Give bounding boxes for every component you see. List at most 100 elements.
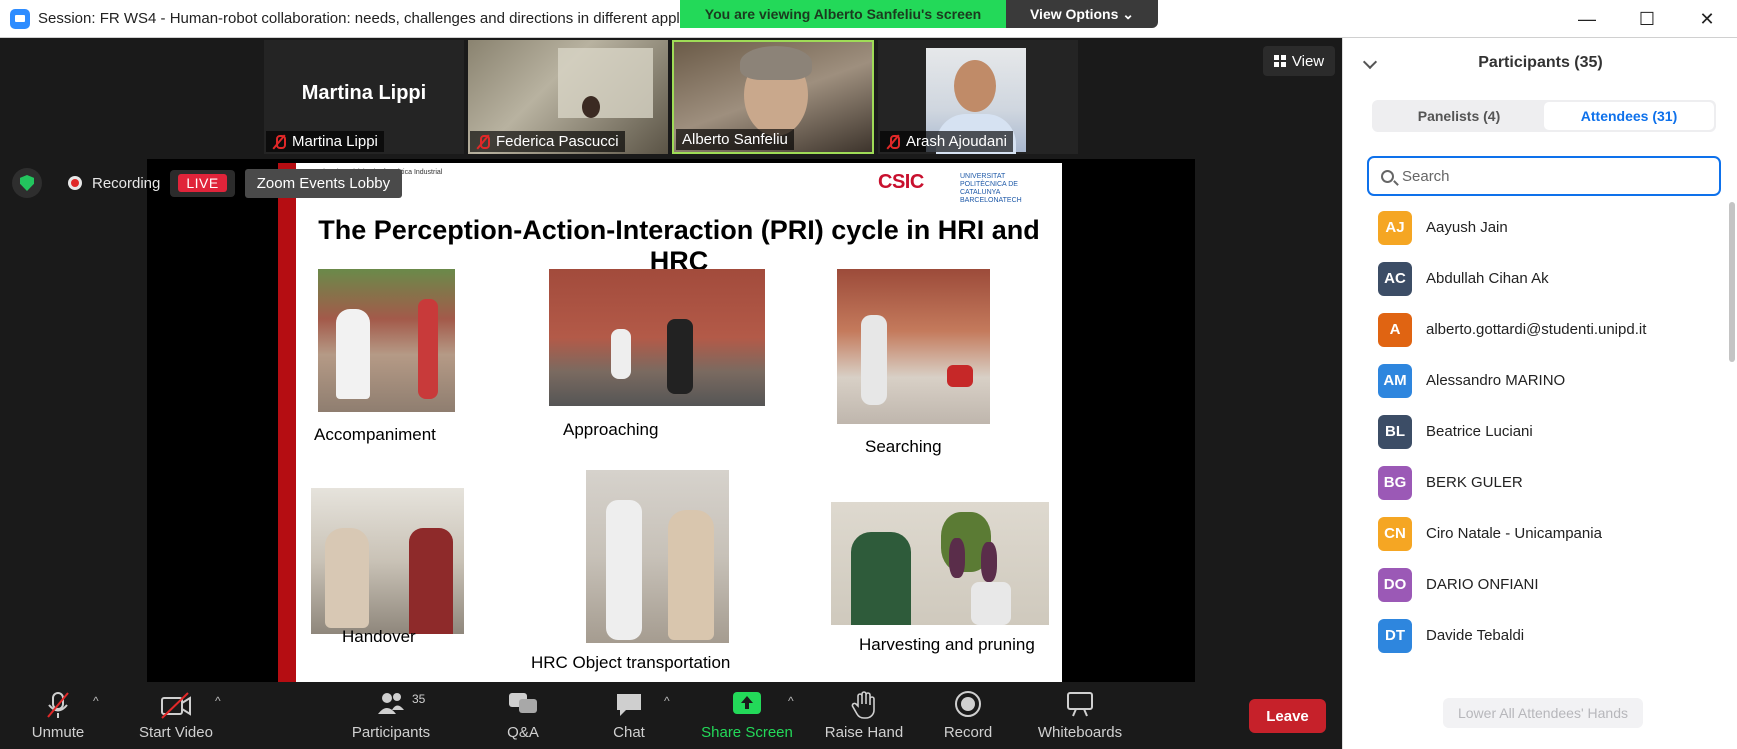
participant-display-name: Martina Lippi: [301, 82, 427, 104]
audio-options-caret-icon[interactable]: ^: [93, 694, 99, 708]
participant-thumbnail[interactable]: Martina Lippi Martina Lippi: [264, 40, 464, 154]
caption-object-transportation: HRC Object transportation: [531, 653, 731, 672]
attendee-name: BERK GULER: [1426, 474, 1523, 491]
record-icon: [955, 691, 981, 717]
participant-name-tag: Arash Ajoudani: [880, 131, 1013, 152]
caption-harvesting: Harvesting and pruning: [859, 635, 1035, 654]
close-button[interactable]: ✕: [1677, 0, 1737, 38]
attendee-name: Davide Tebaldi: [1426, 627, 1525, 644]
attendee-item[interactable]: AM Alessandro MARINO: [1343, 355, 1728, 406]
participant-name-tag: Alberto Sanfeliu: [676, 129, 794, 150]
lower-all-hands-button[interactable]: Lower All Attendees' Hands: [1443, 698, 1643, 728]
chat-label: Chat: [613, 724, 645, 741]
raise-hand-button[interactable]: Raise Hand: [822, 682, 906, 749]
whiteboard-icon: [1067, 692, 1093, 717]
attendee-name: Beatrice Luciani: [1426, 423, 1533, 440]
participant-name-tag: Federica Pascucci: [470, 131, 625, 152]
participant-thumbnail-active-speaker[interactable]: Alberto Sanfeliu: [672, 40, 874, 154]
start-video-button[interactable]: Start Video: [128, 682, 224, 749]
attendee-list-scrollbar[interactable]: [1729, 202, 1735, 362]
mic-muted-icon: [476, 134, 490, 150]
avatar: AJ: [1378, 210, 1412, 245]
attendee-item[interactable]: BG BERK GULER: [1343, 457, 1728, 508]
minimize-button[interactable]: —: [1557, 0, 1617, 38]
qa-icon: [509, 693, 537, 713]
video-options-caret-icon[interactable]: ^: [215, 694, 221, 708]
window-controls: — ☐ ✕: [1557, 0, 1737, 38]
participants-count-badge: 35: [412, 692, 426, 706]
chat-button[interactable]: Chat: [606, 682, 652, 749]
participant-thumbnail[interactable]: Arash Ajoudani: [878, 40, 1078, 154]
approaching-photo: [549, 269, 765, 406]
participant-search[interactable]: [1367, 156, 1721, 196]
raise-hand-label: Raise Hand: [824, 724, 904, 741]
slide-title: The Perception-Action-Interaction (PRI) …: [318, 215, 1040, 276]
recording-icon: [68, 176, 82, 190]
mic-muted-icon: [47, 692, 69, 718]
object-transportation-photo: [586, 470, 729, 643]
maximize-button[interactable]: ☐: [1617, 0, 1677, 38]
attendee-name: Ciro Natale - Unicampania: [1426, 525, 1602, 542]
upc-logo: UNIVERSITAT POLITÈCNICA DE CATALUNYA BAR…: [960, 173, 1022, 204]
share-options-caret-icon[interactable]: ^: [788, 694, 794, 708]
avatar: AM: [1378, 363, 1412, 398]
tab-attendees[interactable]: Attendees (31): [1544, 102, 1714, 130]
events-lobby-button[interactable]: Zoom Events Lobby: [244, 168, 403, 198]
encryption-shield-icon[interactable]: [12, 168, 42, 198]
live-badge[interactable]: LIVE: [170, 169, 235, 197]
record-button[interactable]: Record: [940, 682, 996, 749]
zoom-logo-icon: [10, 8, 30, 29]
zoom-window: Session: FR WS4 - Human-robot collaborat…: [0, 0, 1737, 749]
meeting-status-row: Recording LIVE Zoom Events Lobby: [12, 168, 403, 198]
chat-options-caret-icon[interactable]: ^: [664, 694, 670, 708]
leave-button[interactable]: Leave: [1249, 699, 1326, 733]
participant-thumbnail[interactable]: Federica Pascucci: [468, 40, 668, 154]
record-label: Record: [943, 724, 993, 741]
qa-button[interactable]: Q&A: [498, 682, 548, 749]
raise-hand-icon: [851, 691, 875, 719]
participants-button[interactable]: 35 Participants: [346, 682, 436, 749]
participants-panel-title: Participants (35): [1478, 54, 1603, 71]
attendee-item[interactable]: DT Davide Tebaldi: [1343, 610, 1728, 661]
search-input[interactable]: [1402, 167, 1692, 185]
attendee-item[interactable]: DO DARIO ONFIANI: [1343, 559, 1728, 610]
participant-tabs: Panelists (4) Attendees (31): [1372, 100, 1716, 132]
face-image: [954, 60, 996, 112]
hair-image: [740, 46, 812, 80]
attendee-name: Alessandro MARINO: [1426, 372, 1566, 389]
meeting-toolbar: Unmute ^ Start Video ^ 35 Participants Q…: [0, 682, 1342, 749]
view-options-button[interactable]: View Options ⌄: [1006, 0, 1158, 28]
video-area: Martina Lippi Martina Lippi Federica Pas…: [0, 38, 1342, 682]
attendee-name: alberto.gottardi@studenti.unipd.it: [1426, 321, 1647, 338]
attendee-name: Aayush Jain: [1426, 219, 1508, 236]
participant-name: Alberto Sanfeliu: [682, 131, 788, 148]
caption-accompaniment: Accompaniment: [314, 425, 436, 444]
attendee-item[interactable]: AJ Aayush Jain: [1343, 202, 1728, 253]
accompaniment-photo: [318, 269, 455, 412]
window-title: Session: FR WS4 - Human-robot collaborat…: [38, 10, 691, 27]
share-screen-label: Share Screen: [701, 724, 793, 741]
unmute-button[interactable]: Unmute: [20, 682, 96, 749]
attendee-name: Abdullah Cihan Ak: [1426, 270, 1549, 287]
qa-label: Q&A: [507, 724, 539, 741]
caption-handover: Handover: [342, 627, 416, 646]
harvesting-photo: [831, 502, 1049, 625]
attendee-item[interactable]: BL Beatrice Luciani: [1343, 406, 1728, 457]
avatar: AC: [1378, 261, 1412, 296]
attendee-item[interactable]: A alberto.gottardi@studenti.unipd.it: [1343, 304, 1728, 355]
view-layout-button[interactable]: View: [1263, 46, 1335, 76]
share-screen-icon: [733, 692, 761, 714]
attendee-item[interactable]: AC Abdullah Cihan Ak: [1343, 253, 1728, 304]
search-icon: [1381, 169, 1394, 183]
participants-panel: Participants (35) Panelists (4) Attendee…: [1342, 38, 1737, 749]
share-screen-button[interactable]: Share Screen: [698, 682, 796, 749]
tab-panelists[interactable]: Panelists (4): [1374, 102, 1544, 130]
participant-name: Arash Ajoudani: [906, 133, 1007, 150]
whiteboards-label: Whiteboards: [1037, 724, 1123, 741]
participant-name: Martina Lippi: [292, 133, 378, 150]
whiteboards-button[interactable]: Whiteboards: [1034, 682, 1126, 749]
live-label: LIVE: [178, 173, 227, 192]
attendee-item[interactable]: CN Ciro Natale - Unicampania: [1343, 508, 1728, 559]
attendee-name: DARIO ONFIANI: [1426, 576, 1539, 593]
projection-screen-image: [558, 48, 653, 118]
